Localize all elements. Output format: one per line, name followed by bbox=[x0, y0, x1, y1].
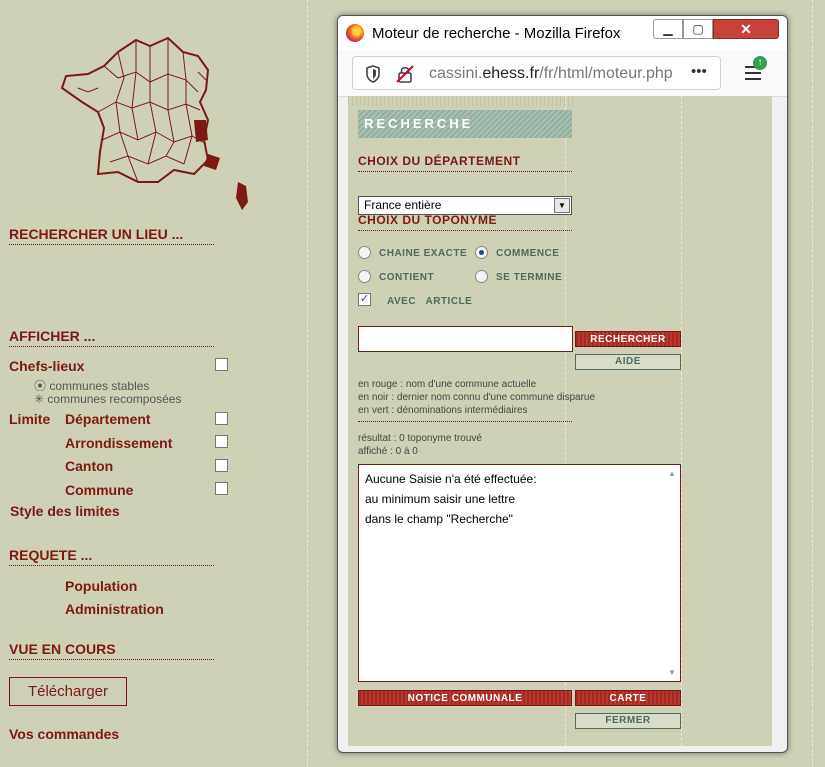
minimize-icon: ▁ bbox=[663, 22, 673, 36]
chaine-exacte-radio[interactable] bbox=[358, 246, 371, 259]
close-button[interactable]: ✕ bbox=[713, 19, 779, 39]
firefox-window: Moteur de recherche - Mozilla Firefox ▁ … bbox=[337, 15, 788, 753]
chaine-exacte-label: CHAINE EXACTE bbox=[379, 248, 468, 259]
style-limites-link[interactable]: Style des limites bbox=[10, 503, 120, 519]
chefs-lieux-checkbox[interactable] bbox=[215, 358, 228, 371]
bg-guide-line bbox=[681, 96, 682, 746]
search-input[interactable] bbox=[358, 326, 573, 352]
results-line: au minimum saisir une lettre bbox=[365, 492, 516, 506]
legend-vert: en vert : dénominations intermédiaires bbox=[358, 405, 528, 416]
maximize-icon: ▢ bbox=[692, 22, 704, 36]
shield-icon[interactable] bbox=[365, 65, 381, 83]
recherche-header: RECHERCHE bbox=[358, 110, 572, 138]
carte-button[interactable]: CARTE bbox=[575, 690, 681, 706]
aide-button[interactable]: AIDE bbox=[575, 354, 681, 370]
departement-label: Département bbox=[65, 411, 151, 427]
circle-dot-icon: ⦿ bbox=[34, 379, 47, 393]
url-text: cassini.ehess.fr/fr/html/moteur.php bbox=[429, 65, 673, 82]
firefox-icon bbox=[346, 24, 364, 42]
results-line: Aucune Saisie n'a été effectuée: bbox=[365, 472, 537, 486]
bg-guide-line bbox=[812, 0, 813, 767]
legend-rouge: en rouge : nom d'une commune actuelle bbox=[358, 379, 537, 390]
checkmark-icon: ✓ bbox=[359, 293, 370, 305]
departement-select-value: France entière bbox=[364, 198, 442, 212]
close-icon: ✕ bbox=[740, 20, 752, 37]
chefs-lieux-label: Chefs-lieux bbox=[9, 358, 85, 374]
affiche-range: affiché : 0 à 0 bbox=[358, 446, 418, 457]
france-map[interactable] bbox=[58, 32, 258, 212]
section-rechercher-lieu[interactable]: RECHERCHER UN LIEU ... bbox=[9, 226, 214, 245]
minimize-button[interactable]: ▁ bbox=[653, 19, 683, 39]
bg-guide-line bbox=[307, 0, 308, 767]
communes-recomposees-label: ✳ communes recomposées bbox=[34, 392, 182, 406]
window-title: Moteur de recherche - Mozilla Firefox bbox=[372, 25, 621, 42]
arrondissement-label: Arrondissement bbox=[65, 435, 173, 451]
asterisk-icon: ✳ bbox=[34, 392, 45, 406]
section-vue-en-cours: VUE EN COURS bbox=[9, 641, 214, 660]
commune-checkbox[interactable] bbox=[215, 482, 228, 495]
administration-link[interactable]: Administration bbox=[65, 601, 164, 617]
section-requete: REQUETE ... bbox=[9, 547, 214, 566]
section-afficher: AFFICHER ... bbox=[9, 328, 214, 347]
avec-article-label: AVEC ARTICLE bbox=[387, 296, 473, 307]
se-termine-label: SE TERMINE bbox=[496, 272, 563, 283]
url-toolbar: cassini.ehess.fr/fr/html/moteur.php ••• … bbox=[338, 50, 787, 97]
insecure-lock-icon[interactable] bbox=[396, 65, 414, 83]
arrondissement-checkbox[interactable] bbox=[215, 435, 228, 448]
results-list[interactable]: Aucune Saisie n'a été effectuée: au mini… bbox=[358, 464, 681, 682]
se-termine-radio[interactable] bbox=[475, 270, 488, 283]
population-link[interactable]: Population bbox=[65, 578, 137, 594]
page-actions-button[interactable]: ••• bbox=[691, 63, 707, 80]
canton-label: Canton bbox=[65, 458, 114, 474]
telecharger-button[interactable]: Télécharger bbox=[9, 677, 127, 706]
resultat-count: résultat : 0 toponyme trouvé bbox=[358, 433, 482, 444]
results-scrollbar[interactable]: ▲ ▼ bbox=[663, 465, 680, 681]
avec-article-checkbox[interactable]: ✓ bbox=[358, 293, 371, 306]
choix-toponyme-title: CHOIX DU TOPONYME bbox=[358, 213, 572, 231]
scroll-down-icon[interactable]: ▼ bbox=[668, 668, 676, 677]
header-pattern bbox=[348, 96, 574, 106]
notice-communale-button[interactable]: NOTICE COMMUNALE bbox=[358, 690, 572, 706]
update-arrow-icon: ↑ bbox=[753, 56, 767, 70]
departement-checkbox[interactable] bbox=[215, 412, 228, 425]
commence-radio[interactable] bbox=[475, 246, 488, 259]
divider bbox=[358, 421, 572, 422]
choix-departement-title: CHOIX DU DÉPARTEMENT bbox=[358, 154, 572, 172]
results-message: Aucune Saisie n'a été effectuée: au mini… bbox=[365, 469, 537, 529]
commence-label: COMMENCE bbox=[496, 248, 560, 259]
window-titlebar[interactable]: Moteur de recherche - Mozilla Firefox ▁ … bbox=[338, 16, 787, 50]
canton-checkbox[interactable] bbox=[215, 459, 228, 472]
maximize-button[interactable]: ▢ bbox=[683, 19, 713, 39]
fermer-button[interactable]: FERMER bbox=[575, 713, 681, 729]
page-content: RECHERCHE CHOIX DU DÉPARTEMENT France en… bbox=[348, 96, 772, 746]
results-line: dans le champ "Recherche" bbox=[365, 512, 513, 526]
left-panel: RECHERCHER UN LIEU ... AFFICHER ... Chef… bbox=[0, 0, 248, 767]
url-field[interactable]: cassini.ehess.fr/fr/html/moteur.php ••• bbox=[352, 56, 721, 90]
rechercher-button[interactable]: RECHERCHER bbox=[575, 331, 681, 347]
menu-button[interactable]: ↑ bbox=[743, 56, 767, 82]
limite-label: Limite bbox=[9, 411, 51, 427]
contient-label: CONTIENT bbox=[379, 272, 435, 283]
chevron-down-icon[interactable]: ▼ bbox=[554, 198, 570, 213]
commune-label: Commune bbox=[65, 482, 134, 498]
scroll-up-icon[interactable]: ▲ bbox=[668, 469, 676, 478]
contient-radio[interactable] bbox=[358, 270, 371, 283]
legend-noir: en noir : dernier nom connu d'une commun… bbox=[358, 392, 596, 403]
vos-commandes-link[interactable]: Vos commandes bbox=[9, 726, 119, 742]
